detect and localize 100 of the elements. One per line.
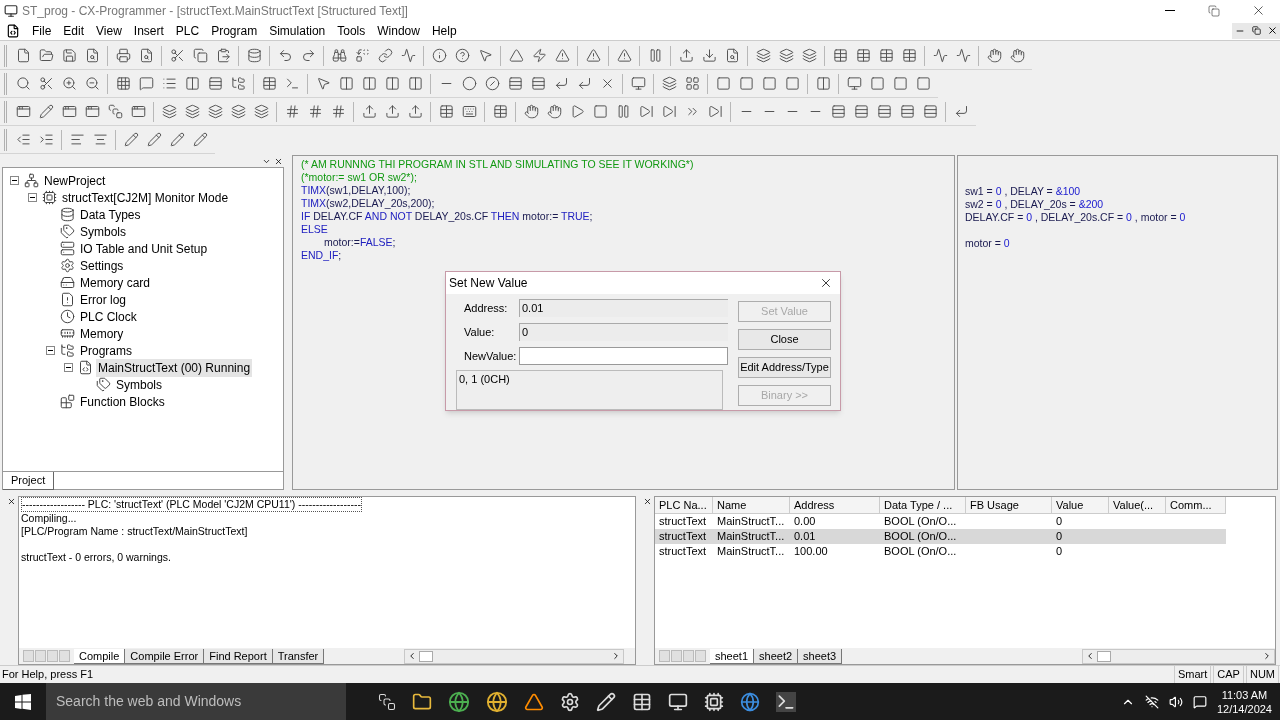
menu-item[interactable]: Tools: [331, 21, 372, 40]
table-icon[interactable]: [632, 691, 652, 712]
tags-icon: [60, 224, 75, 239]
code-line: (*motor:= sw1 OR sw2*);: [301, 171, 417, 184]
project-tab[interactable]: Project: [3, 472, 55, 490]
restore-icon: [1251, 26, 1261, 35]
tree-item[interactable]: NewProject: [42, 171, 108, 190]
sheet-tab[interactable]: Compile: [74, 648, 126, 664]
pencil-icon[interactable]: [596, 691, 616, 712]
scroll-thumb[interactable]: [419, 650, 434, 662]
table-cell-text: BOOL (On/O...: [883, 544, 958, 559]
folder-tree-icon: [60, 343, 75, 358]
dialog-button[interactable]: Edit Address/Type: [738, 357, 831, 378]
sheet-tab[interactable]: Find Report: [204, 648, 273, 664]
globe-icon[interactable]: [448, 690, 470, 713]
network-icon: [24, 173, 39, 188]
column-header[interactable]: Value: [1052, 497, 1109, 514]
document-icon: [6, 23, 20, 38]
gear-icon[interactable]: [560, 691, 580, 712]
scroll-thumb[interactable]: [1097, 650, 1112, 662]
table-row[interactable]: structText MainStructT... 0.01 BOOL (On/O... 0: [655, 529, 1226, 544]
close-icon: [6, 497, 16, 506]
menu-item[interactable]: PLC: [169, 21, 206, 40]
file-warning-icon: [60, 292, 75, 307]
table-cell-text: structText: [658, 529, 708, 544]
tree-item[interactable]: Function Blocks: [78, 392, 167, 411]
tree-item[interactable]: Settings: [78, 256, 126, 275]
tree-item[interactable]: IO Table and Unit Setup: [78, 239, 210, 258]
dialog-title: Set New Value: [449, 275, 528, 292]
monitor-line: sw1 = 0 , DELAY = &100: [965, 185, 1081, 198]
column-header[interactable]: Value(...: [1109, 497, 1166, 514]
monitor-icon[interactable]: [668, 691, 688, 712]
menu-item[interactable]: Window: [371, 21, 426, 40]
menu-item[interactable]: Edit: [57, 21, 91, 40]
tree-item[interactable]: Programs: [78, 341, 134, 360]
expand-toggle[interactable]: [9, 176, 19, 185]
clock-icon: [60, 309, 75, 324]
sheet-tab[interactable]: Transfer: [272, 648, 325, 664]
database-icon: [60, 207, 75, 222]
speaker-icon[interactable]: [1168, 694, 1183, 709]
menu-item[interactable]: View: [90, 21, 128, 40]
terminal-icon[interactable]: [776, 691, 796, 712]
folder-icon[interactable]: [412, 691, 432, 712]
taskbar-search-field[interactable]: Search the web and Windows: [46, 683, 346, 720]
tree-item[interactable]: Symbols: [114, 375, 164, 394]
column-header[interactable]: Name: [713, 497, 790, 514]
sheet-tab[interactable]: Compile Error: [125, 648, 205, 664]
column-header[interactable]: FB Usage: [966, 497, 1052, 514]
code-line: (* AM RUNNNG THI PROGRAM IN STL AND SIMULATING TO SEE IT WORKING*): [301, 158, 694, 171]
tree-item[interactable]: Memory: [78, 324, 126, 343]
tree-item[interactable]: MainStructText (00) Running: [96, 358, 253, 377]
table-cell-text: BOOL (On/O...: [883, 514, 958, 529]
blocks-icon: [60, 394, 75, 409]
globe-icon[interactable]: [486, 690, 508, 713]
dialog-button[interactable]: Close: [738, 329, 831, 350]
output-line: structText - 0 errors, 0 warnings.: [21, 551, 171, 564]
column-header[interactable]: Address: [790, 497, 880, 514]
monitor-line: DELAY.CF = 0 , DELAY_20s.CF = 0 , motor = 0: [965, 211, 1186, 224]
code-file-icon: [78, 360, 93, 375]
code-line: motor:=FALSE;: [323, 236, 396, 249]
notifications-icon[interactable]: [1192, 694, 1207, 709]
column-header[interactable]: PLC Na...: [655, 497, 713, 514]
table-cell-text: MainStructT...: [716, 514, 786, 529]
taskbar-date: 12/14/2024: [1216, 701, 1272, 716]
menu-item[interactable]: File: [26, 21, 58, 40]
task-view-icon[interactable]: [378, 692, 396, 711]
tree-item[interactable]: Memory card: [78, 273, 152, 292]
menu-item[interactable]: Simulation: [263, 21, 332, 40]
expand-toggle[interactable]: [63, 363, 73, 372]
expand-toggle[interactable]: [27, 193, 37, 202]
column-header[interactable]: Data Type / ...: [880, 497, 966, 514]
monitor-line: motor = 0: [965, 237, 1010, 250]
sheet-tab[interactable]: sheet1: [710, 648, 755, 664]
browser-icon[interactable]: [740, 691, 760, 712]
scroll-right-icon[interactable]: [1262, 651, 1272, 661]
chip-icon[interactable]: [704, 691, 724, 712]
table-cell-text: structText: [658, 514, 708, 529]
tree-item[interactable]: Symbols: [78, 222, 128, 241]
menu-item[interactable]: Insert: [127, 21, 170, 40]
network-off-icon[interactable]: [1144, 694, 1159, 709]
windows-logo-icon: [15, 693, 31, 710]
tree-item[interactable]: structText[CJ2M] Monitor Mode: [60, 188, 231, 207]
tree-item[interactable]: Data Types: [78, 205, 143, 224]
tree-item[interactable]: Error log: [78, 290, 128, 309]
close-button[interactable]: [273, 156, 284, 166]
sheet-tab[interactable]: sheet2: [754, 648, 799, 664]
minimize-icon: [1165, 10, 1175, 11]
sheet-tab[interactable]: sheet3: [798, 648, 843, 664]
table-cell-text: BOOL (On/O...: [883, 529, 958, 544]
menu-item[interactable]: Program: [205, 21, 264, 40]
column-header[interactable]: Comm...: [1166, 497, 1226, 514]
tree-item[interactable]: PLC Clock: [78, 307, 139, 326]
scrollbar[interactable]: [404, 648, 625, 664]
new-value-field[interactable]: [519, 347, 728, 365]
expand-toggle[interactable]: [45, 346, 55, 355]
menu-item[interactable]: Help: [425, 21, 463, 40]
table-cell-text: MainStructT...: [716, 544, 786, 559]
cone-icon[interactable]: [524, 691, 544, 712]
scrollbar[interactable]: [1082, 648, 1275, 664]
table-cell-text: MainStructT...: [716, 529, 786, 544]
